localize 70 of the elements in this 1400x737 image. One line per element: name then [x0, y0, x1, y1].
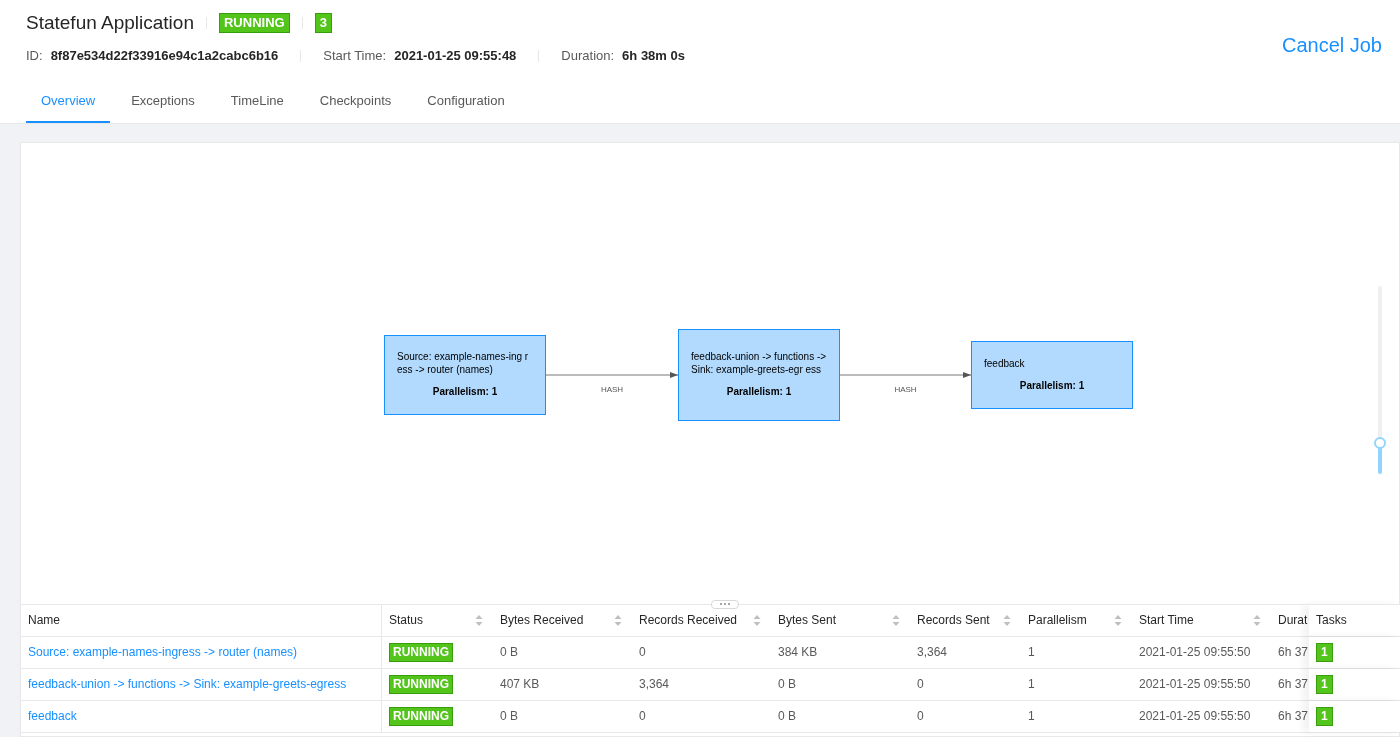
- resize-handle[interactable]: [711, 599, 739, 609]
- node-title: feedback: [984, 356, 1026, 370]
- table-cell: 3,364: [917, 645, 948, 659]
- column-header[interactable]: Records Sent: [910, 604, 1021, 636]
- task-badge: 1: [1316, 706, 1333, 726]
- table-cell: 0 B: [778, 709, 796, 723]
- tab[interactable]: TimeLine: [215, 81, 299, 123]
- tab[interactable]: Configuration: [412, 81, 520, 123]
- status-badge: RUNNING: [389, 706, 453, 726]
- zoom-slider[interactable]: [1374, 285, 1386, 474]
- column-header: Durat: [1277, 612, 1309, 629]
- column-header: Name: [21, 604, 382, 636]
- sort-icon[interactable]: [753, 613, 761, 627]
- table-cell: 3,364: [639, 677, 670, 691]
- sort-icon[interactable]: [892, 613, 900, 627]
- status-badge: RUNNING: [389, 642, 453, 662]
- table-cell: 1: [1028, 645, 1035, 659]
- table-cell: 0: [639, 645, 646, 659]
- table-cell: 0: [917, 709, 924, 723]
- sort-icon[interactable]: [1003, 613, 1011, 627]
- node-parallelism: Parallelism: 1: [1018, 378, 1086, 393]
- edge-label: HASH: [600, 384, 624, 394]
- graph-node[interactable]: Source: example-names-ing ress -> router (names) Parallelism: 1: [384, 334, 546, 415]
- status-badge: RUNNING: [218, 13, 290, 33]
- table-cell: 0: [639, 709, 646, 723]
- sort-icon[interactable]: [1253, 613, 1261, 627]
- table-cell: 384 KB: [778, 645, 818, 659]
- duration: 6h 38m 0s: [622, 47, 685, 66]
- column-header[interactable]: Bytes Received: [493, 604, 632, 636]
- sort-icon[interactable]: [475, 613, 483, 627]
- graph-node[interactable]: feedback Parallelism: 1: [971, 340, 1133, 409]
- table-cell: 0: [917, 677, 924, 691]
- tab[interactable]: Exceptions: [116, 81, 210, 123]
- sort-icon[interactable]: [1114, 613, 1122, 627]
- table-cell: 0 B: [500, 645, 518, 659]
- column-header[interactable]: Parallelism: [1021, 604, 1132, 636]
- sort-icon[interactable]: [614, 613, 622, 627]
- column-header[interactable]: Bytes Sent: [771, 604, 910, 636]
- column-header[interactable]: Status: [382, 604, 493, 636]
- start-time: 2021-01-25 09:55:48: [394, 47, 517, 66]
- table-cell: 6h 37: [1278, 677, 1309, 691]
- graph-node[interactable]: feedback-union -> functions -> Sink: example-greets-egr ess Parallelism: 1: [678, 328, 840, 421]
- table-cell: 6h 37: [1278, 645, 1309, 659]
- task-badge: 1: [1316, 674, 1333, 694]
- node-title: feedback-union -> functions -> Sink: example-greets-egr ess: [691, 350, 827, 376]
- task-badge: 1: [1316, 642, 1333, 662]
- id-label: ID:: [26, 47, 43, 66]
- start-time-label: Start Time:: [323, 47, 387, 66]
- table-cell: 1: [1028, 709, 1035, 723]
- table-cell: 0 B: [778, 677, 796, 691]
- column-header: Tasks: [1309, 604, 1400, 636]
- table-cell: 1: [1028, 677, 1035, 691]
- table-cell: 2021-01-25 09:55:50: [1139, 709, 1251, 723]
- table-cell: 2021-01-25 09:55:50: [1139, 677, 1251, 691]
- job-title: Statefun Application: [26, 10, 194, 35]
- status-badge: RUNNING: [389, 674, 453, 694]
- job-id: 8f87e534d22f33916e94c1a2cabc6b16: [50, 47, 279, 66]
- table-cell: 407 KB: [500, 677, 540, 691]
- duration-label: Duration:: [561, 47, 615, 66]
- node-title: Source: example-names-ing ress -> router (names): [397, 350, 530, 376]
- table-cell: 2021-01-25 09:55:50: [1139, 645, 1251, 659]
- column-header[interactable]: Records Received: [632, 604, 771, 636]
- node-parallelism: Parallelism: 1: [431, 385, 499, 399]
- edge-label: HASH: [894, 384, 917, 394]
- node-parallelism: Parallelism: 1: [725, 385, 793, 399]
- column-header[interactable]: Start Time: [1132, 604, 1271, 636]
- task-count-badge: 3: [314, 13, 332, 33]
- table-cell: 0 B: [500, 709, 518, 723]
- tab[interactable]: Checkpoints: [304, 81, 407, 123]
- table-cell: 6h 37: [1278, 709, 1309, 723]
